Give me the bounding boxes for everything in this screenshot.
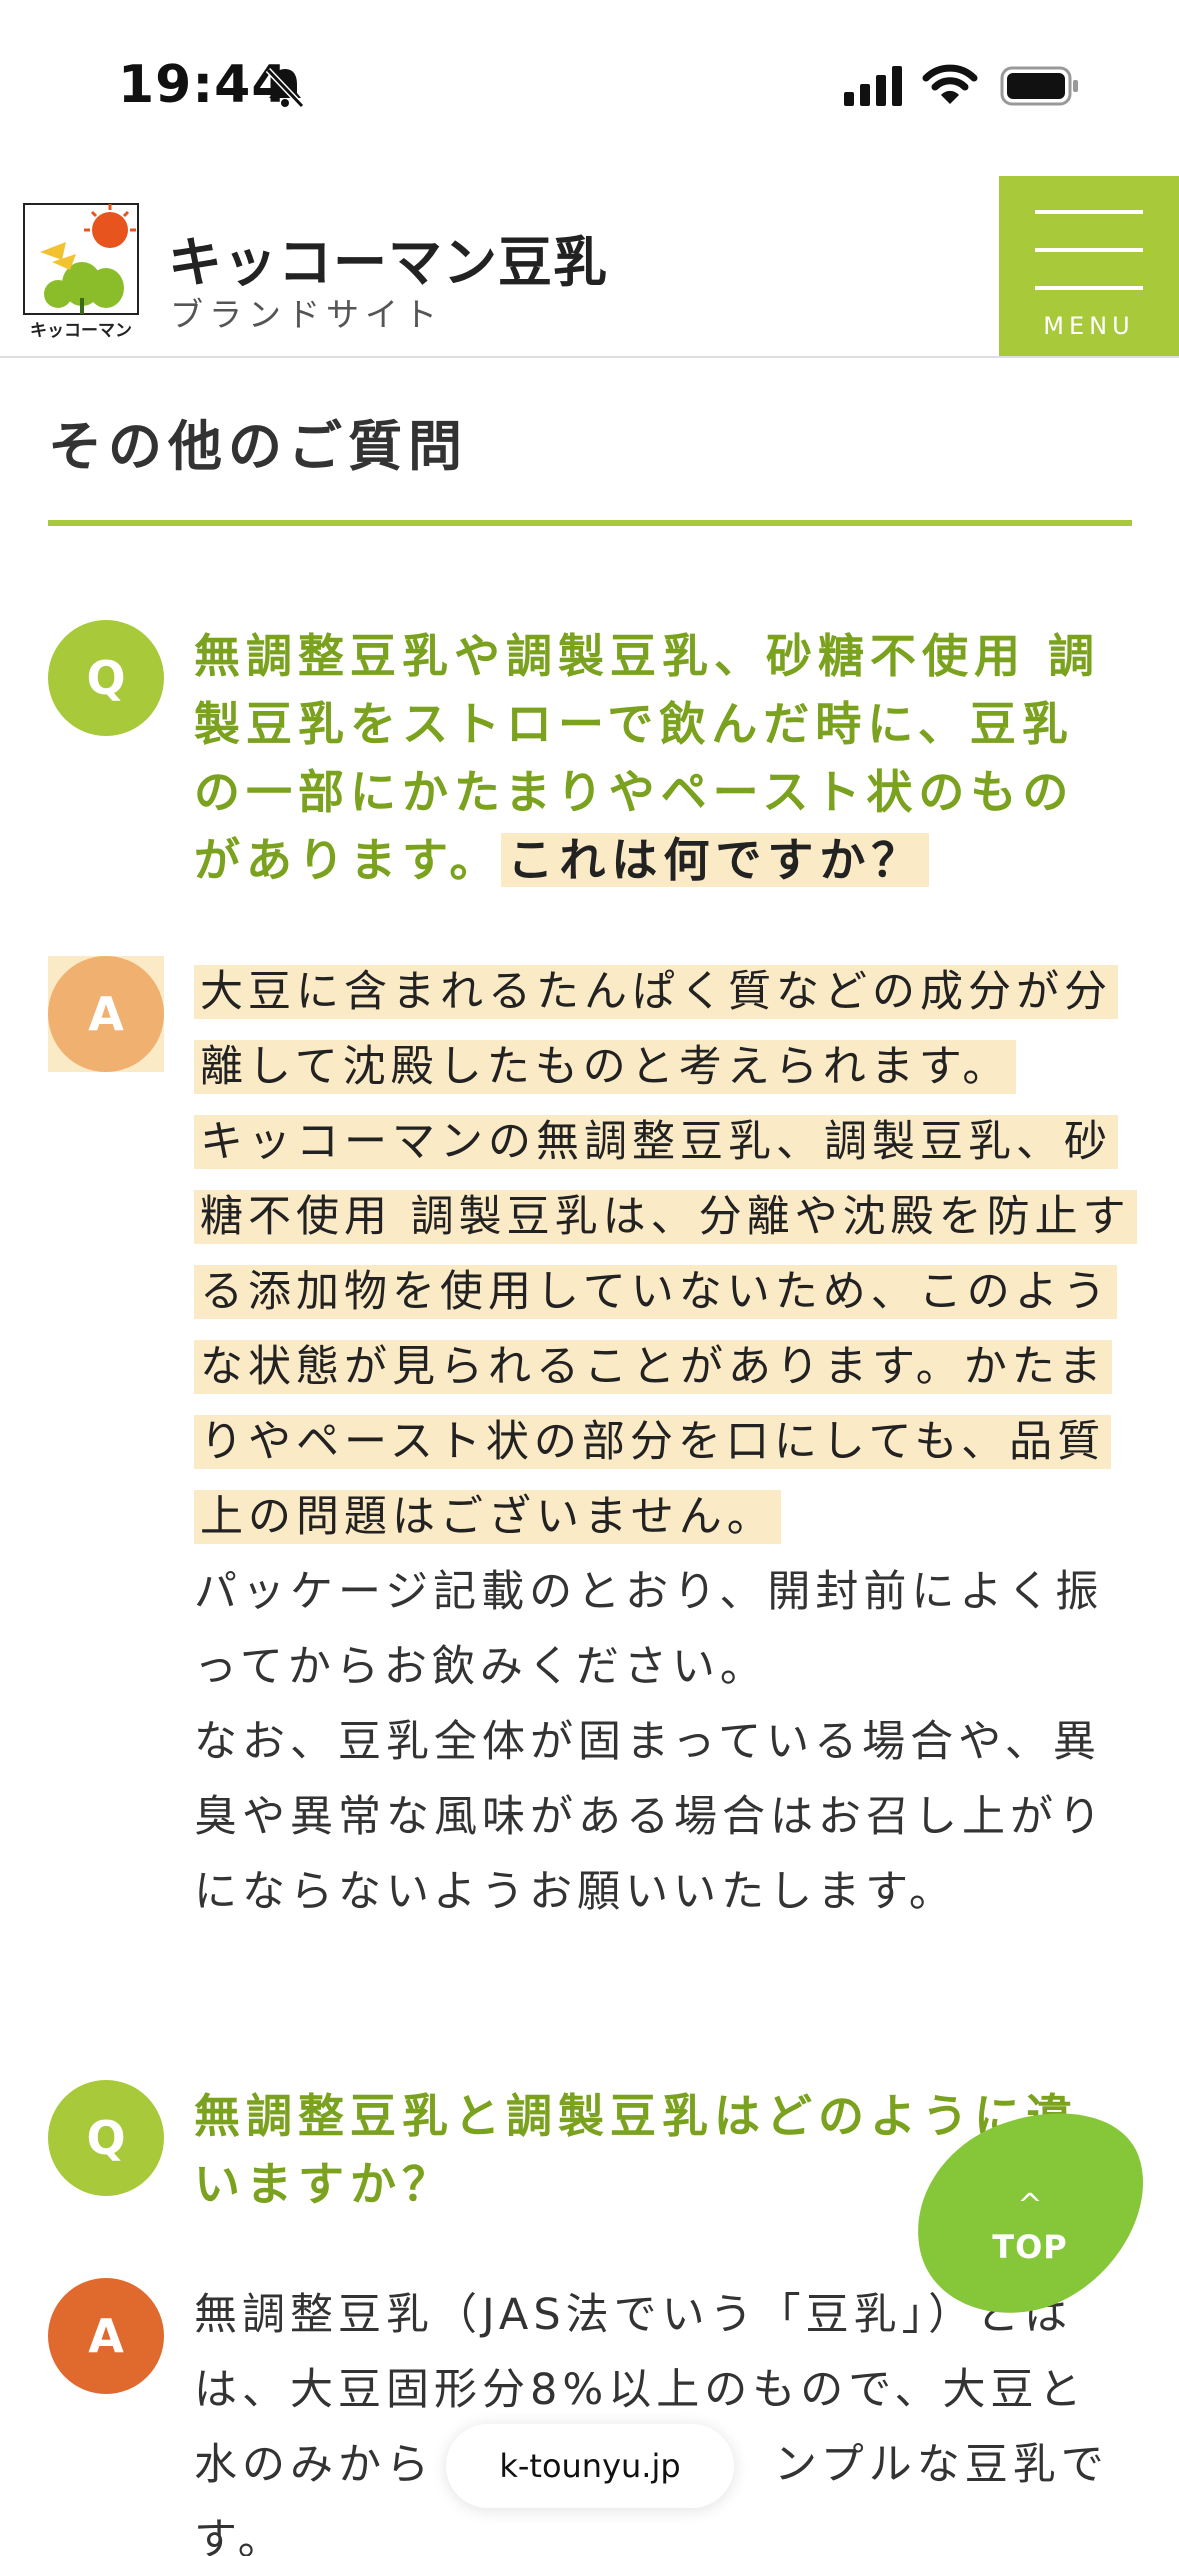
question-badge: Q: [48, 620, 164, 736]
answer-line: 離して沈殿したものと考えられます。: [194, 1030, 1137, 1105]
answer-line: は、大豆固形分8%以上のもので、大豆と: [194, 2365, 1087, 2415]
question-line: 無調整豆乳や調製豆乳、砂糖不使用 調: [194, 629, 1101, 683]
battery-icon: [1000, 66, 1078, 106]
answer-line: 上の問題はございません。: [194, 1480, 1137, 1555]
answer-line: 大豆に含まれるたんぱく質などの成分が分: [194, 955, 1137, 1030]
answer-line: ってからお飲みください。: [194, 1642, 768, 1692]
answer-badge: A: [48, 2278, 164, 2394]
brand-title[interactable]: キッコーマン豆乳: [168, 218, 608, 297]
hamburger-line-icon: [1035, 210, 1143, 214]
site-header: キッコーマン キッコーマン豆乳 ブランドサイト MENU: [0, 176, 1179, 358]
faq-answer: 大豆に含まれるたんぱく質などの成分が分 離して沈殿したものと考えられます。 キッ…: [194, 955, 1137, 1930]
question-badge: Q: [48, 2080, 164, 2196]
chevron-up-icon: ^: [1017, 2188, 1043, 2223]
kikkoman-logo[interactable]: キッコーマン: [22, 202, 140, 344]
answer-line: パッケージ記載のとおり、開封前によく振: [194, 1567, 1104, 1617]
answer-line: りやペースト状の部分を口にしても、品質: [194, 1405, 1137, 1480]
answer-line: す。: [194, 2515, 286, 2556]
section-title: その他のご質問: [48, 415, 468, 478]
bell-muted-icon: [265, 67, 305, 109]
top-label: TOP: [992, 2228, 1068, 2266]
logo-caption: キッコーマン: [30, 321, 132, 341]
back-to-top-button[interactable]: ^ TOP: [910, 2110, 1150, 2320]
browser-address-bar[interactable]: k-tounyu.jp: [446, 2424, 734, 2508]
answer-line: なお、豆乳全体が固まっている場合や、異: [194, 1717, 1101, 1767]
page: 19:44 キッコーマン キッコーマン豆乳 ブランドサイト MENU その他のご…: [0, 0, 1179, 2556]
cellular-signal-icon: [844, 66, 902, 106]
hamburger-line-icon: [1035, 286, 1143, 290]
answer-badge: A: [48, 956, 164, 1072]
section-divider: [48, 520, 1132, 526]
answer-line: な状態が見られることがあります。かたま: [194, 1330, 1137, 1405]
menu-button[interactable]: MENU: [999, 176, 1179, 356]
answer-line: にならないようお願いいたします。: [194, 1867, 957, 1917]
wifi-icon: [922, 64, 978, 104]
answer-line: 臭や異常な風味がある場合はお召し上がり: [194, 1792, 1106, 1842]
question-line: の一部にかたまりやペースト状のもの: [194, 765, 1075, 819]
faq-question: 無調整豆乳や調製豆乳、砂糖不使用 調 製豆乳をストローで飲んだ時に、豆乳 の一部…: [194, 622, 1100, 894]
question-fragment: があります。: [194, 833, 502, 887]
menu-label: MENU: [1043, 312, 1135, 340]
answer-line: 糖不使用 調製豆乳は、分離や沈殿を防止す: [194, 1180, 1137, 1255]
status-bar: 19:44: [0, 0, 1179, 170]
answer-line: る添加物を使用していないため、このよう: [194, 1255, 1137, 1330]
question-line: 製豆乳をストローで飲んだ時に、豆乳: [194, 697, 1074, 751]
answer-line: キッコーマンの無調整豆乳、調製豆乳、砂: [194, 1105, 1137, 1180]
hamburger-line-icon: [1035, 248, 1143, 252]
question-highlight: これは何ですか？: [501, 833, 930, 887]
brand-subtitle: ブランドサイト: [170, 295, 443, 334]
question-line: があります。 これは何ですか？: [194, 826, 1100, 894]
